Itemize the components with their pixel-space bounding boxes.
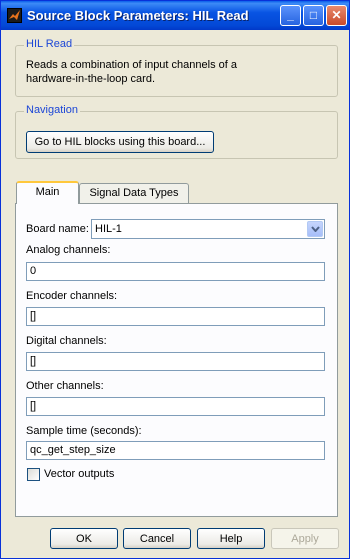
navigation-legend: Navigation [24,104,80,116]
analog-channels-label: Analog channels: [26,244,111,256]
analog-channels-input[interactable]: 0 [26,262,325,281]
block-description: Reads a combination of input channels of… [26,58,237,86]
title-bar[interactable]: Source Block Parameters: HIL Read _ □ ✕ [1,1,349,30]
minimize-icon: _ [287,8,294,22]
dialog-window: Source Block Parameters: HIL Read _ □ ✕ … [0,0,350,559]
other-channels-label: Other channels: [26,380,104,392]
digital-channels-input[interactable]: [] [26,352,325,371]
hil-read-legend: HIL Read [24,38,75,50]
description-line: hardware-in-the-loop card. [26,73,156,85]
hil-read-group: HIL Read Reads a combination of input ch… [15,38,338,97]
maximize-icon: □ [309,8,318,22]
close-button[interactable]: ✕ [326,5,347,26]
matlab-icon [7,8,22,23]
encoder-channels-input[interactable]: [] [26,307,325,326]
window-title: Source Block Parameters: HIL Read [27,8,249,23]
board-name-label: Board name: [26,223,89,235]
close-icon: ✕ [331,8,342,22]
chevron-down-icon[interactable] [307,221,323,237]
board-name-select[interactable]: HIL-1 [91,219,325,239]
vector-outputs-label: Vector outputs [44,468,115,480]
board-name-value: HIL-1 [95,223,122,235]
ok-button[interactable]: OK [50,528,118,549]
digital-channels-label: Digital channels: [26,335,107,347]
go-to-hil-blocks-button[interactable]: Go to HIL blocks using this board... [26,131,214,153]
apply-button[interactable]: Apply [271,528,339,549]
encoder-channels-label: Encoder channels: [26,290,118,302]
main-tab-panel: Board name: HIL-1 Analog channels: 0 Enc… [15,203,338,517]
other-channels-input[interactable]: [] [26,397,325,416]
tab-main[interactable]: Main [16,181,79,204]
maximize-button[interactable]: □ [303,5,324,26]
sample-time-input[interactable]: qc_get_step_size [26,441,325,460]
vector-outputs-checkbox[interactable] [27,468,40,481]
minimize-button[interactable]: _ [280,5,301,26]
description-line: Reads a combination of input channels of… [26,59,237,71]
help-button[interactable]: Help [197,528,265,549]
sample-time-label: Sample time (seconds): [26,425,142,437]
tab-signal-data-types[interactable]: Signal Data Types [79,183,189,203]
navigation-group: Navigation Go to HIL blocks using this b… [15,104,338,159]
cancel-button[interactable]: Cancel [123,528,191,549]
